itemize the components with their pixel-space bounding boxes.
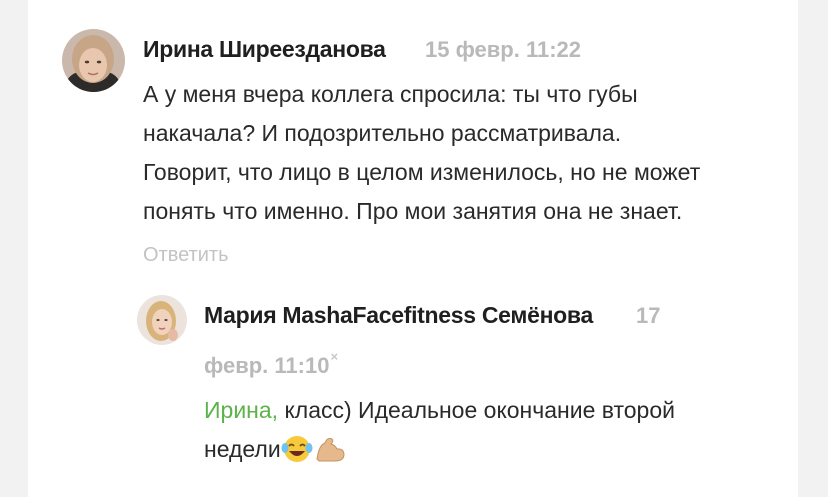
avatar-photo [137,295,187,345]
laughing-crying-emoji-icon [281,435,313,475]
flexed-biceps-icon [313,435,347,475]
delete-icon[interactable]: × [330,349,338,364]
comment-line: А у меня вчера коллега спросила: ты что … [143,81,638,107]
reply-line-text: недели [204,436,281,462]
reply-line-text: класс) Идеальное окончание второй [278,397,675,423]
comment-author[interactable]: Ирина Ширеезданова [143,36,386,63]
reply-button[interactable]: Ответить [143,244,229,267]
reply-line: Ирина, класс) Идеальное окончание второй [204,391,675,430]
reply-date-rest[interactable]: февр. 11:10× [204,349,338,379]
reply-date-day[interactable]: 17 [636,303,660,329]
comment-card: Ирина Ширеезданова 15 февр. 11:22 А у ме… [28,0,798,497]
reply-date-text: февр. 11:10 [204,353,330,378]
avatar-photo [62,29,125,92]
comment-date[interactable]: 15 февр. 11:22 [425,37,581,63]
comment-line: накачала? И подозрительно рассматривала. [143,120,622,146]
comment-line: понять что именно. Про мои занятия она н… [143,198,683,224]
reply-text: Ирина, класс) Идеальное окончание второй… [204,391,675,475]
reply-avatar[interactable] [137,295,187,345]
comment-line: Говорит, что лицо в целом изменилось, но… [143,159,701,185]
reply-author[interactable]: Мария MashaFacefitness Семёнова [204,302,593,329]
reply-line: недели [204,430,675,475]
avatar[interactable] [62,29,125,92]
comment-text: А у меня вчера коллега спросила: ты что … [143,75,700,231]
mention-link[interactable]: Ирина, [204,397,278,423]
